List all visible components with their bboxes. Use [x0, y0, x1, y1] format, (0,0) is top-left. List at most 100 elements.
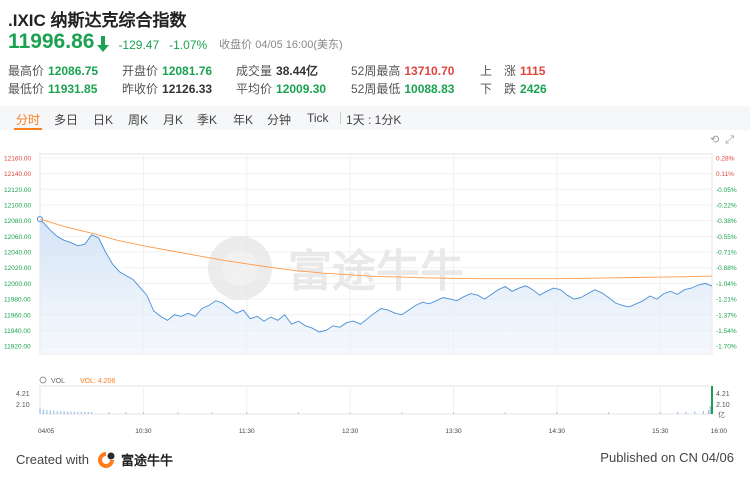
volume-value: VOL: 4.206: [80, 378, 116, 385]
tab-quarterly-k[interactable]: 季K: [197, 111, 217, 128]
volume-legend: VOL VOL: 4.206: [39, 376, 116, 385]
pct-axis: 0.28% 0.11% -0.05% -0.22% -0.38% -0.55% -0.71%…: [716, 155, 737, 350]
down-arrow-icon: [97, 36, 110, 52]
tab-interval-select[interactable]: 1天 : 1分K: [346, 111, 401, 128]
price-tick-label: 11960.00: [4, 312, 31, 319]
time-tick-label: 04/05: [38, 428, 55, 435]
price-row: 11996.86 -129.47 -1.07% 收盘价 04/05 16:00(…: [8, 31, 343, 53]
volume-bar: [66, 411, 69, 414]
tab-yearly-k[interactable]: 年K: [233, 111, 253, 128]
volume-bar: [46, 410, 48, 414]
volume-bar: [49, 410, 51, 414]
volume-axis-mid-left: 2.10: [16, 402, 30, 409]
volume-axis-top-right: 4.21: [716, 391, 730, 398]
stat-open-label: 开盘价: [122, 64, 159, 78]
volume-bar: [108, 412, 110, 414]
stat-52w-low: 52周最低 10088.83: [351, 80, 454, 97]
price-tick-label: 12140.00: [4, 171, 31, 178]
volume-axis-mid-right: 2.10: [716, 402, 730, 409]
volume-bar: [702, 411, 704, 414]
pct-tick-label: -1.54%: [716, 328, 737, 335]
watermark: 富途牛牛: [208, 236, 464, 300]
volume-bar: [707, 410, 710, 414]
stat-prev-close-label: 昨收价: [122, 82, 159, 96]
volume-bar: [142, 412, 144, 414]
volume-plot-border: [39, 385, 713, 415]
volume-axis: 4.21 2.10 4.21 2.10 亿: [16, 391, 730, 419]
tab-daily-k[interactable]: 日K: [93, 111, 113, 128]
pct-tick-label: -1.21%: [716, 297, 737, 304]
price-tick-label: 12120.00: [4, 187, 31, 194]
stat-52w-high-value: 13710.70: [404, 64, 455, 78]
stat-avg-value: 12009.30: [276, 82, 327, 96]
volume-bar: [84, 411, 86, 414]
stat-up-count: 上 涨 1115: [480, 62, 545, 79]
volume-bar: [80, 411, 82, 414]
stat-avg-label: 平均价: [236, 82, 273, 96]
stat-volume-label: 成交量: [236, 64, 273, 78]
volume-bar: [504, 412, 506, 414]
period-tabs: 分时 多日 日K 周K 月K 季K 年K 分钟 Tick 1天 : 1分K: [0, 106, 750, 130]
stat-prev-close-value: 12126.33: [162, 82, 213, 96]
volume-bar: [556, 412, 558, 414]
pct-tick-label: -0.05%: [716, 187, 737, 194]
time-tick-label: 10:30: [135, 428, 152, 435]
stat-high: 最高价 12086.75: [8, 62, 98, 79]
time-tick-label: 11:30: [239, 428, 255, 435]
volume-bar: [77, 411, 79, 414]
volume-bar: [711, 386, 713, 414]
volume-bar: [70, 411, 72, 414]
stat-open: 开盘价 12081.76: [122, 62, 212, 79]
volume-bar: [60, 411, 62, 414]
price-tick-label: 12040.00: [4, 250, 31, 257]
watermark-text: 富途牛牛: [288, 247, 464, 296]
pct-tick-label: -0.38%: [716, 218, 737, 225]
stat-open-value: 12081.76: [162, 64, 213, 78]
volume-bar: [246, 412, 248, 414]
footer-created: Created with 富途牛牛: [16, 450, 173, 469]
tab-multi-day[interactable]: 多日: [54, 111, 78, 128]
stat-avg: 平均价 12009.30: [236, 80, 326, 97]
tab-intraday[interactable]: 分时: [16, 111, 40, 128]
volume-bar: [125, 412, 127, 414]
pct-tick-label: -1.70%: [716, 344, 737, 351]
open-point: [37, 216, 43, 223]
volume-bar: [87, 411, 89, 414]
time-tick-label: 14:30: [549, 428, 566, 435]
price-tick-label: 12000.00: [4, 281, 31, 288]
stat-down-label: 下 跌: [480, 82, 517, 96]
tab-weekly-k[interactable]: 周K: [128, 111, 148, 128]
tab-tick[interactable]: Tick: [307, 111, 329, 125]
volume-bar: [53, 410, 55, 414]
time-tick-label: 16:00: [711, 428, 728, 435]
volume-bar: [42, 409, 45, 414]
tab-monthly-k[interactable]: 月K: [163, 111, 183, 128]
volume-axis-unit: 亿: [718, 410, 725, 419]
stat-high-label: 最高价: [8, 64, 45, 78]
price-change: -129.47: [118, 38, 160, 52]
stat-down-value: 2426: [520, 82, 547, 96]
price-tick-label: 12020.00: [4, 265, 31, 272]
volume-settings-icon[interactable]: [39, 376, 47, 384]
stat-volume-value: 38.44亿: [276, 64, 319, 78]
price-tick-label: 11980.00: [4, 297, 31, 304]
stat-down-count: 下 跌 2426: [480, 80, 547, 97]
volume-bar: [659, 412, 661, 414]
stat-low-value: 11931.85: [48, 82, 98, 96]
stat-low-label: 最低价: [8, 82, 45, 96]
tab-separator: [340, 112, 341, 124]
volume-bar: [56, 411, 58, 414]
price-tick-label: 11920.00: [4, 344, 31, 351]
stat-high-value: 12086.75: [48, 64, 99, 78]
index-title: .IXIC 纳斯达克综合指数: [8, 11, 187, 30]
volume-bar: [685, 411, 687, 414]
price-tick-label: 12100.00: [4, 202, 31, 209]
stat-low: 最低价 11931.85: [8, 80, 97, 97]
tab-minute[interactable]: 分钟: [267, 111, 291, 128]
intraday-chart[interactable]: 富途牛牛 12160.00 12140.00 12120.00 12100.00 120…: [0, 140, 750, 440]
stat-52w-high: 52周最高 13710.70: [351, 62, 454, 79]
pct-tick-label: -0.55%: [716, 234, 737, 241]
pct-tick-label: -0.22%: [716, 202, 737, 209]
volume-bar: [39, 408, 41, 414]
stat-up-label: 上 涨: [480, 64, 517, 78]
